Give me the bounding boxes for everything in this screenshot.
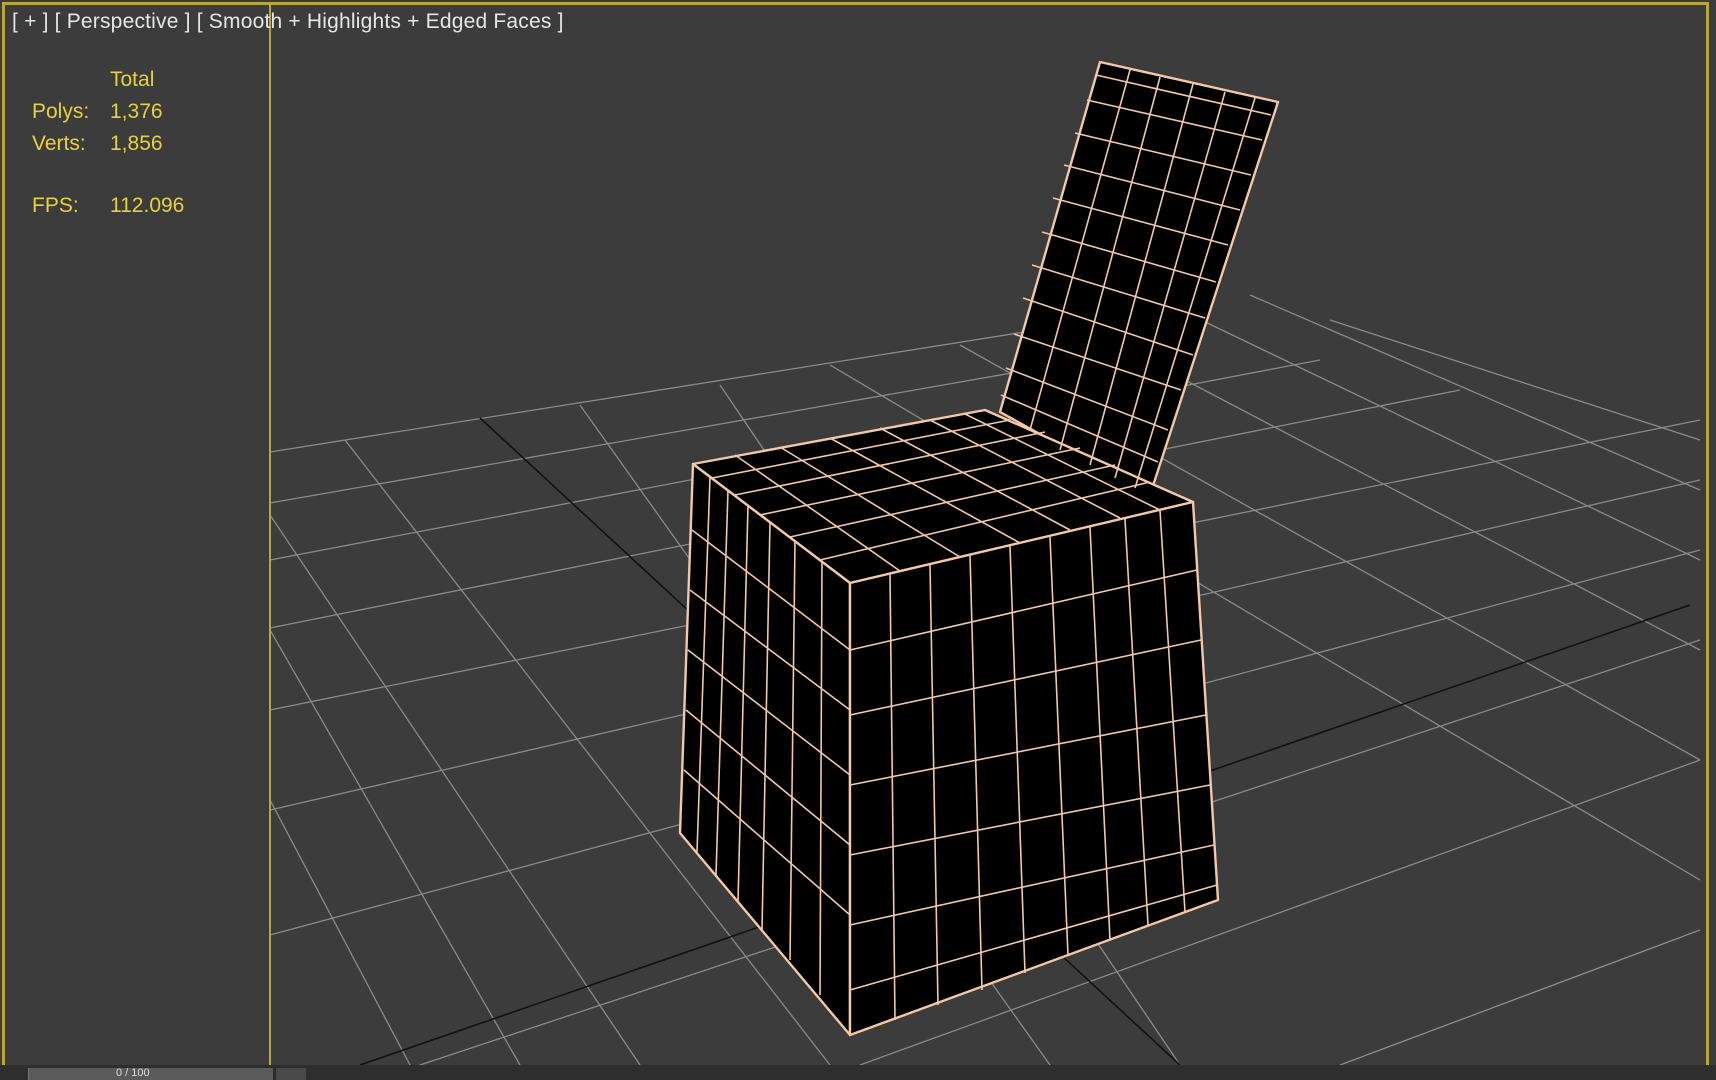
frame-counter: 0 / 100	[116, 1067, 150, 1079]
time-slider-next-button[interactable]	[276, 1068, 306, 1080]
polys-value: 1,376	[110, 100, 163, 123]
stats-panel	[5, 30, 269, 1062]
polys-label: Polys:	[32, 100, 90, 123]
verts-value: 1,856	[110, 132, 163, 155]
fps-value: 112.096	[110, 194, 185, 217]
chair-backrest[interactable]	[998, 60, 1280, 497]
panel-divider	[269, 5, 271, 1065]
time-slider[interactable]	[28, 1068, 273, 1080]
viewport-label-menu[interactable]: [ + ] [ Perspective ] [ Smooth + Highlig…	[12, 10, 564, 34]
fps-label: FPS:	[32, 194, 79, 217]
perspective-viewport[interactable]: [ + ] [ Perspective ] [ Smooth + Highlig…	[0, 0, 1716, 1080]
verts-label: Verts:	[32, 132, 86, 155]
stats-header: Total	[110, 68, 155, 91]
